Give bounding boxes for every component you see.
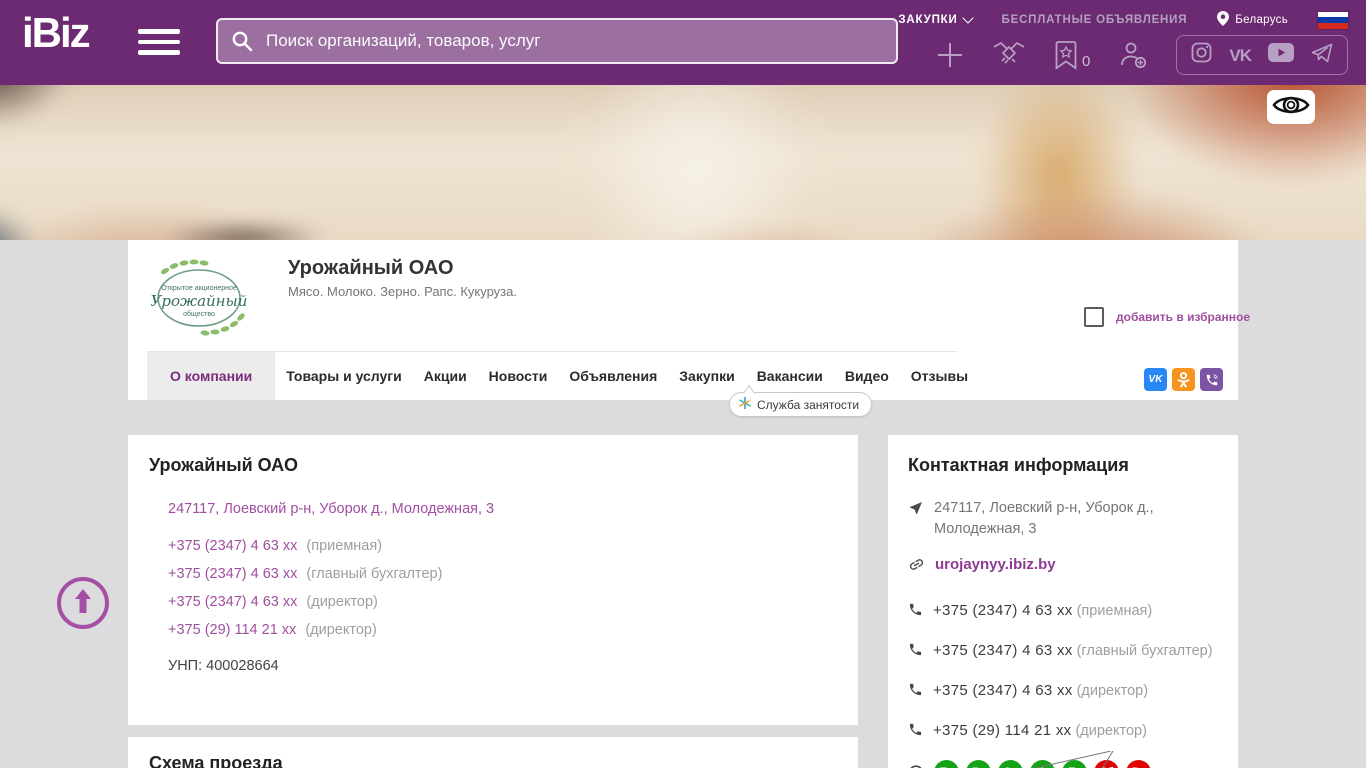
- company-header-card: Открытое акционерное Урожайный общество …: [128, 240, 1250, 400]
- employment-service-icon: [739, 396, 751, 412]
- header-social-links: VK: [1176, 35, 1348, 75]
- map-title: Схема проезда: [149, 753, 283, 768]
- add-to-favorites[interactable]: добавить в избранное: [1084, 307, 1250, 327]
- phone-note: (главный бухгалтер): [306, 566, 443, 582]
- unp-number: УНП: 400028664: [168, 658, 279, 674]
- about-title: Урожайный ОАО: [149, 455, 298, 475]
- company-address-link[interactable]: 247117, Лоевский р-н, Уборок д., Молодеж…: [168, 501, 828, 517]
- day-badge-wed[interactable]: Ср: [998, 760, 1024, 768]
- telegram-icon[interactable]: [1311, 43, 1333, 68]
- country-selector[interactable]: Беларусь: [1217, 11, 1288, 29]
- svg-text:Открытое акционерное: Открытое акционерное: [161, 285, 237, 292]
- company-name: Урожайный ОАО: [288, 257, 454, 279]
- tab-ads[interactable]: Объявления: [558, 352, 668, 400]
- company-vk-icon[interactable]: VK: [1144, 368, 1167, 391]
- company-viber-icon[interactable]: [1200, 368, 1223, 391]
- svg-text:Урожайный: Урожайный: [151, 292, 248, 310]
- tab-news[interactable]: Новости: [478, 352, 559, 400]
- about-company-card: Урожайный ОАО 247117, Лоевский р-н, Убор…: [128, 435, 858, 725]
- page: iBiz ЗАКУПКИ БЕСПЛАТНЫЕ ОБЪЯВЛЕНИЯ Белар…: [0, 0, 1366, 768]
- add-company-plus-icon[interactable]: [936, 41, 964, 69]
- search-bar: [216, 18, 898, 64]
- contact-phone-row: +375 (2347) 4 63 xx (главный бухгалтер): [908, 640, 1218, 666]
- phone-row: +375 (29) 114 21 xx (директор): [168, 622, 828, 638]
- hero-banner: [0, 85, 1366, 240]
- header-top-links: ЗАКУПКИ БЕСПЛАТНЫЕ ОБЪЯВЛЕНИЯ Беларусь: [898, 11, 1348, 29]
- free-ads-link[interactable]: БЕСПЛАТНЫЕ ОБЪЯВЛЕНИЯ: [1002, 14, 1188, 26]
- directions-map-card: Схема проезда: [128, 737, 858, 768]
- phone-number-link[interactable]: +375 (2347) 4 63 xx: [168, 566, 297, 582]
- favorites-bookmark-icon[interactable]: 0: [1054, 40, 1090, 70]
- handshake-partners-icon[interactable]: [992, 41, 1026, 69]
- contact-website-row: urojaynyy.ibiz.by: [908, 554, 1218, 582]
- company-tagline: Мясо. Молоко. Зерно. Рапс. Кукуруза.: [288, 284, 517, 299]
- contact-title: Контактная информация: [908, 455, 1129, 475]
- phone-icon: [908, 602, 923, 624]
- day-badge-fri[interactable]: Пт: [1062, 760, 1088, 768]
- phone-note: (директор): [306, 594, 378, 610]
- favorite-label: добавить в избранное: [1116, 310, 1251, 324]
- contact-phone-row: +375 (29) 114 21 xx (директор): [908, 720, 1218, 746]
- search-input[interactable]: [216, 18, 898, 64]
- instagram-icon[interactable]: [1191, 42, 1212, 68]
- company-odnoklassniki-icon[interactable]: [1172, 368, 1195, 391]
- company-website-link[interactable]: urojaynyy.ibiz.by: [935, 556, 1056, 573]
- accessibility-eye-button[interactable]: [1267, 90, 1315, 124]
- tab-promos[interactable]: Акции: [413, 352, 478, 400]
- tab-products[interactable]: Товары и услуги: [275, 352, 412, 400]
- contact-info-card: Контактная информация 247117, Лоевский р…: [888, 435, 1238, 768]
- favorite-checkbox[interactable]: [1084, 307, 1104, 327]
- eye-icon: [1272, 93, 1310, 122]
- phone-number-link[interactable]: +375 (29) 114 21 xx: [168, 622, 296, 638]
- phone-row: +375 (2347) 4 63 xx (главный бухгалтер): [168, 566, 828, 582]
- youtube-icon[interactable]: [1268, 43, 1294, 67]
- day-badge-mon[interactable]: Пн: [934, 760, 959, 768]
- day-badge-thu[interactable]: Чт: [1030, 760, 1056, 768]
- phone-note: (директор): [305, 622, 377, 638]
- phone-number-link[interactable]: +375 (2347) 4 63 xx: [168, 594, 297, 610]
- day-badge-sun[interactable]: Вс: [1126, 760, 1152, 768]
- day-badge-sat[interactable]: Сб: [1094, 760, 1120, 768]
- vk-icon[interactable]: VK: [1229, 47, 1252, 64]
- user-register-icon[interactable]: [1118, 40, 1148, 70]
- top-header: iBiz ЗАКУПКИ БЕСПЛАТНЫЕ ОБЪЯВЛЕНИЯ Белар…: [0, 0, 1366, 85]
- tab-reviews[interactable]: Отзывы: [900, 352, 979, 400]
- contact-phone-row: +375 (2347) 4 63 xx (приемная): [908, 600, 1218, 626]
- contact-address-row: 247117, Лоевский р-н, Уборок д., Молодеж…: [908, 498, 1218, 540]
- language-flag-russia[interactable]: [1318, 11, 1348, 29]
- phone-icon: [908, 682, 923, 704]
- chevron-down-icon: [961, 12, 974, 24]
- phone-icon: [908, 642, 923, 664]
- header-action-icons: 0 VK: [936, 35, 1348, 75]
- company-social-icons: VK: [1144, 368, 1223, 391]
- hero-photo: [0, 85, 1366, 240]
- phone-note: (приемная): [306, 538, 383, 554]
- phone-row: +375 (2347) 4 63 xx (приемная): [168, 538, 828, 554]
- favorites-count: 0: [1082, 53, 1091, 70]
- vacancies-tooltip: Служба занятости: [729, 392, 873, 417]
- svg-text:общество: общество: [183, 310, 215, 318]
- phone-row: +375 (2347) 4 63 xx (директор): [168, 594, 828, 610]
- phone-number-link[interactable]: +375 (2347) 4 63 xx: [168, 538, 297, 554]
- zakupki-menu[interactable]: ЗАКУПКИ: [898, 12, 974, 26]
- working-days-row: Пн Вт Ср Чт Пт Сб Вс: [908, 760, 1218, 768]
- site-logo[interactable]: iBiz: [22, 12, 91, 54]
- company-logo: Открытое акционерное Урожайный общество: [147, 254, 252, 342]
- menu-hamburger-icon[interactable]: [138, 29, 180, 56]
- arrow-up-icon: [72, 587, 94, 620]
- day-badge-tue[interactable]: Вт: [966, 760, 992, 768]
- link-chain-icon: [908, 556, 925, 580]
- navigation-arrow-icon: [908, 500, 924, 523]
- scroll-to-top-button[interactable]: [57, 577, 109, 629]
- phone-icon: [908, 722, 923, 744]
- search-icon: [230, 29, 254, 58]
- contact-phone-row: +375 (2347) 4 63 xx (директор): [908, 680, 1218, 706]
- location-pin-icon: [1217, 11, 1230, 29]
- tab-about[interactable]: О компании: [147, 352, 276, 400]
